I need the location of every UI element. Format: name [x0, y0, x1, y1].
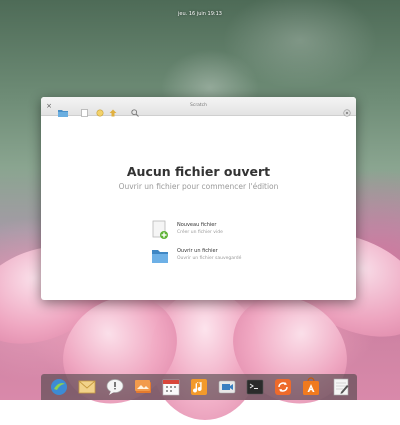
clock[interactable]: jeu. 16 juin 19:13 — [178, 11, 222, 17]
welcome-title: Aucun fichier ouvert — [126, 164, 271, 179]
open-file-title: Ouvrir un fichier — [177, 248, 218, 254]
photos-icon[interactable] — [133, 377, 153, 397]
welcome-subtitle: Ouvrir un fichier pour commencer l'éditi… — [118, 182, 279, 191]
new-file-subtitle: Créer un fichier vide — [177, 230, 223, 235]
top-panel: jeu. 16 juin 19:13 — [0, 0, 400, 17]
scratch-window: × Scratch Aucun fichier ouvert Ouvrir un… — [41, 97, 356, 300]
new-file-title: Nouveau fichier — [177, 222, 217, 228]
welcome-view: Aucun fichier ouvert Ouvrir un fichier p… — [41, 116, 356, 300]
music-icon[interactable] — [189, 377, 209, 397]
software-center-icon[interactable] — [301, 377, 321, 397]
terminal-icon[interactable] — [245, 377, 265, 397]
videos-icon[interactable] — [217, 377, 237, 397]
mail-icon[interactable] — [77, 377, 97, 397]
midori-icon[interactable] — [49, 377, 69, 397]
folder-icon — [151, 246, 169, 266]
dock — [41, 374, 357, 400]
window-title: Scratch — [189, 103, 208, 108]
app-menu-icon[interactable] — [343, 102, 351, 117]
open-file-button[interactable]: Ouvrir un fichier Ouvrir un fichier sauv… — [151, 246, 271, 266]
chat-icon[interactable] — [105, 377, 125, 397]
headerbar: × Scratch — [41, 97, 356, 117]
update-icon[interactable] — [273, 377, 293, 397]
calendar-icon[interactable] — [161, 377, 181, 397]
scratch-icon[interactable] — [331, 377, 351, 397]
open-file-subtitle: Ouvrir un fichier sauvegardé — [177, 256, 242, 261]
new-file-button[interactable]: Nouveau fichier Créer un fichier vide — [151, 220, 271, 240]
new-file-icon — [151, 220, 169, 240]
